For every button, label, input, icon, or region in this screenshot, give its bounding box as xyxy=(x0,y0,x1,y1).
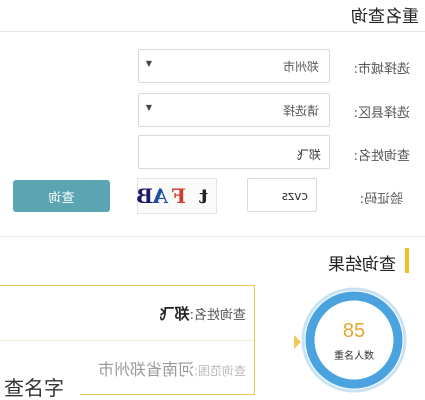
page-header: 重名查询 xyxy=(0,0,425,32)
captcha-label: 验证码: xyxy=(359,192,403,207)
chevron-down-icon: ▼ xyxy=(145,103,152,112)
chevron-down-icon: ▼ xyxy=(145,59,152,68)
district-select-value: 请选择 xyxy=(282,104,319,118)
count-ring: 85 重名人数 xyxy=(298,287,410,397)
captcha-field-value: cvzs xyxy=(281,189,308,203)
page: 重名查询 选择城市: 郑州市 ▼ 选择县区: 请选择 ▼ 查询姓名: 郑飞 验证… xyxy=(0,0,425,400)
captcha-char: t xyxy=(198,184,208,208)
city-label: 选择城市: xyxy=(353,62,410,77)
query-button-label: 查询 xyxy=(48,191,75,206)
captcha-image[interactable]: t F A B xyxy=(136,178,217,214)
caption-box: 查名字 xyxy=(0,368,80,400)
count-label: 重名人数 xyxy=(334,349,374,362)
ring-graphic: 85 重名人数 xyxy=(301,287,407,393)
divider xyxy=(0,340,254,341)
page-title: 重名查询 xyxy=(351,7,419,27)
result-name-value: 郑飞 xyxy=(159,305,190,323)
captcha-char: A xyxy=(152,184,168,208)
section-marker xyxy=(405,248,409,273)
result-scope-row: 查询范围:河南省郑州市 xyxy=(98,356,246,380)
result-name-label: 查询姓名: xyxy=(189,308,246,323)
results-title: 查询结果 xyxy=(328,255,396,275)
city-select[interactable]: 郑州市 ▼ xyxy=(138,49,330,83)
count-value: 85 xyxy=(343,320,365,342)
name-field-value: 郑飞 xyxy=(296,148,321,162)
city-select-value: 郑州市 xyxy=(282,60,319,74)
divider xyxy=(0,236,425,237)
caption-text: 查名字 xyxy=(4,376,64,400)
district-select[interactable]: 请选择 ▼ xyxy=(138,93,330,127)
query-button[interactable]: 查询 xyxy=(13,180,110,212)
name-label: 查询姓名: xyxy=(353,149,410,164)
result-scope-label: 查询范围: xyxy=(193,364,246,378)
captcha-char: F xyxy=(171,184,186,208)
captcha-field[interactable]: cvzs xyxy=(247,178,317,212)
result-name-row: 查询姓名:郑飞 xyxy=(160,303,246,324)
captcha-char: B xyxy=(136,184,153,208)
district-label: 选择县区: xyxy=(353,106,410,121)
result-scope-value: 河南省郑州市 xyxy=(97,360,194,379)
name-field[interactable]: 郑飞 xyxy=(138,135,330,169)
